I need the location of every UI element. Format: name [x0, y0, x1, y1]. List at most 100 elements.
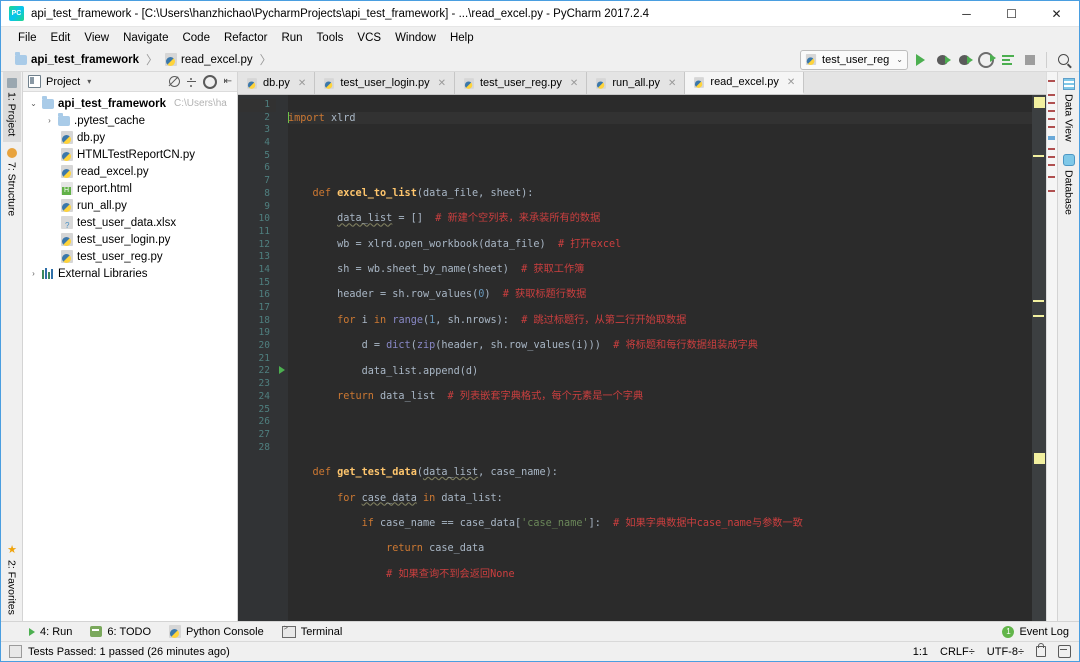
debug-button[interactable]: [932, 50, 952, 69]
menu-window[interactable]: Window: [388, 30, 443, 46]
close-icon[interactable]: ✕: [570, 78, 578, 89]
python-file-icon: [694, 76, 705, 88]
tree-node-test-user-reg-py[interactable]: test_user_reg.py: [23, 248, 237, 265]
menu-file[interactable]: File: [11, 30, 44, 46]
tree-node-external-libraries[interactable]: › External Libraries: [23, 265, 237, 282]
bottom-item-python-console[interactable]: Python Console: [169, 625, 264, 638]
maximize-button[interactable]: ☐: [989, 1, 1034, 27]
run-button[interactable]: [910, 50, 930, 69]
tree-node-report-html[interactable]: report.html: [23, 180, 237, 197]
marker-warning[interactable]: [1033, 155, 1044, 157]
tree-node-label: External Libraries: [58, 267, 148, 280]
tree-node-api-test-framework[interactable]: ⌄ api_test_framework C:\Users\ha: [23, 95, 237, 112]
tab-test-user-reg-py[interactable]: test_user_reg.py ✕: [454, 72, 588, 94]
sidebar-item-project[interactable]: 1: Project: [2, 72, 21, 143]
tab-read-excel-py[interactable]: read_excel.py ✕: [685, 72, 805, 94]
external-libraries-icon: [42, 268, 54, 279]
tab-db-py[interactable]: db.py ✕: [238, 72, 316, 94]
menu-refactor[interactable]: Refactor: [217, 30, 274, 46]
chevron-right-icon[interactable]: ›: [29, 269, 38, 278]
project-icon: [6, 78, 17, 88]
stop-button[interactable]: [1020, 50, 1040, 69]
python-file-icon: [61, 250, 73, 263]
pycharm-window: api_test_framework - [C:\Users\hanzhicha…: [0, 0, 1080, 662]
tab-test-user-login-py[interactable]: test_user_login.py ✕: [315, 72, 455, 94]
lock-icon[interactable]: [1036, 643, 1046, 657]
menu-navigate[interactable]: Navigate: [116, 30, 175, 46]
menu-code[interactable]: Code: [175, 30, 217, 46]
menu-run[interactable]: Run: [274, 30, 309, 46]
tree-node-db-py[interactable]: db.py: [23, 129, 237, 146]
menu-help[interactable]: Help: [443, 30, 481, 46]
marker-warning[interactable]: [1034, 453, 1045, 464]
window-title: api_test_framework - [C:\Users\hanzhicha…: [31, 7, 650, 20]
tree-node-test-user-login-py[interactable]: test_user_login.py: [23, 231, 237, 248]
run-coverage-button[interactable]: [976, 50, 996, 69]
run-profiler-button[interactable]: [998, 50, 1018, 69]
expand-all-icon[interactable]: [186, 78, 196, 87]
bottom-item-terminal[interactable]: Terminal: [281, 625, 342, 638]
chevron-down-icon[interactable]: ⌄: [29, 99, 38, 108]
editor-scrollbar[interactable]: [1046, 72, 1057, 621]
hide-panel-icon[interactable]: ⇤: [224, 76, 232, 87]
line-number: 4: [264, 137, 270, 149]
chevron-right-icon[interactable]: ›: [45, 116, 54, 125]
bottom-item-run[interactable]: 4: Run: [29, 626, 72, 638]
menu-vcs[interactable]: VCS: [350, 30, 388, 46]
inspection-face-icon[interactable]: [1058, 645, 1071, 658]
sidebar-item-data-view[interactable]: Data View: [1060, 72, 1078, 148]
tab-label: test_user_reg.py: [479, 77, 562, 89]
tab-run-all-py[interactable]: run_all.py ✕: [587, 72, 686, 94]
run-icon: [915, 53, 925, 66]
menu-tools[interactable]: Tools: [310, 30, 351, 46]
file-encoding[interactable]: UTF-8÷: [987, 646, 1024, 658]
project-scope-chevron-icon[interactable]: ▾: [87, 77, 91, 86]
code-content[interactable]: import xlrd def excel_to_list(data_file,…: [288, 95, 1032, 621]
line-number: 23: [258, 378, 270, 390]
python-file-icon: [61, 199, 73, 212]
tree-node-run-all-py[interactable]: run_all.py: [23, 197, 237, 214]
sidebar-item-favorites[interactable]: ★ 2: Favorites: [3, 537, 21, 621]
breadcrumb-project[interactable]: api_test_framework: [31, 54, 139, 66]
tree-node-htmltestreportcn-py[interactable]: HTMLTestReportCN.py: [23, 146, 237, 163]
marker-warning[interactable]: [1034, 97, 1045, 108]
close-icon[interactable]: ✕: [787, 77, 795, 88]
marker-warning[interactable]: [1033, 300, 1044, 302]
tree-node-read-excel-py[interactable]: read_excel.py: [23, 163, 237, 180]
tab-label: test_user_login.py: [340, 77, 430, 89]
run-with-profiler-icon: [1002, 54, 1014, 65]
run-configuration-selector[interactable]: test_user_reg ⌄: [800, 49, 908, 70]
collapse-all-icon[interactable]: [168, 76, 180, 87]
close-icon[interactable]: ✕: [438, 78, 446, 89]
python-file-icon: [324, 77, 335, 89]
minimize-button[interactable]: ─: [944, 1, 989, 27]
editor-marker-gutter[interactable]: [1032, 95, 1046, 621]
close-icon[interactable]: ✕: [668, 78, 676, 89]
sidebar-item-structure[interactable]: 7: Structure: [3, 142, 21, 222]
breadcrumb-file[interactable]: read_excel.py: [181, 54, 253, 66]
search-everywhere-button[interactable]: [1053, 50, 1073, 69]
line-separator[interactable]: CRLF÷: [940, 646, 975, 658]
caret-position[interactable]: 1:1: [913, 646, 928, 658]
marker-warning[interactable]: [1033, 315, 1044, 317]
menu-edit[interactable]: Edit: [44, 30, 78, 46]
code-editor[interactable]: 1 2 3 4 5 6 7 8 9 10 11 12 13 14 15 16 17 18 19 20 21 22 23 24 2…: [238, 95, 1046, 621]
code-line-11: data_list.append(d): [361, 365, 479, 377]
gear-icon[interactable]: [202, 74, 217, 89]
python-file-icon: [165, 53, 178, 66]
tree-node-test-user-data-xlsx[interactable]: test_user_data.xlsx: [23, 214, 237, 231]
close-icon[interactable]: ✕: [298, 78, 306, 89]
tree-node-pytest-cache[interactable]: › .pytest_cache: [23, 112, 237, 129]
close-button[interactable]: ✕: [1034, 1, 1079, 27]
sidebar-item-database[interactable]: Database: [1060, 148, 1078, 221]
sidebar-item-data-view-label: Data View: [1062, 94, 1075, 142]
line-number: 3: [264, 124, 270, 136]
line-number: 7: [264, 175, 270, 187]
bottom-item-todo[interactable]: 6: TODO: [90, 626, 151, 638]
event-log-button[interactable]: 1 Event Log: [1002, 625, 1079, 638]
menu-view[interactable]: View: [77, 30, 116, 46]
run-line-marker[interactable]: [276, 365, 288, 378]
debug-coverage-button[interactable]: [954, 50, 974, 69]
